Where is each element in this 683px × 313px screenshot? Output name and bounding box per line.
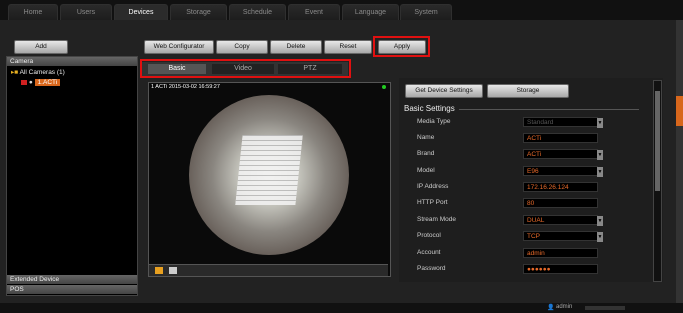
model-select[interactable]: E96 ▼: [523, 166, 603, 177]
chevron-down-icon: ▼: [597, 150, 603, 160]
video-control-bar: [149, 264, 388, 276]
name-label: Name: [417, 134, 435, 141]
get-device-settings-button[interactable]: Get Device Settings: [405, 84, 483, 98]
name-field[interactable]: ACTi: [523, 133, 598, 143]
camera-tree-panel: Camera ▸■ All Cameras (1) ● 1.ACTi Exten…: [6, 56, 138, 296]
right-edge-panel: [676, 20, 683, 303]
tab-event[interactable]: Event: [288, 4, 340, 21]
subtab-highlight-box: [140, 59, 351, 78]
settings-scrollbar[interactable]: [653, 80, 662, 282]
tree-node-all-cameras[interactable]: ▸■ All Cameras (1): [11, 68, 65, 76]
tab-home[interactable]: Home: [8, 4, 58, 21]
account-label: Account: [417, 249, 441, 256]
brand-label: Brand: [417, 150, 435, 157]
tab-users[interactable]: Users: [60, 4, 112, 21]
tab-language[interactable]: Language: [342, 4, 399, 21]
fisheye-image: [189, 95, 349, 255]
top-nav-bar: Home Users Devices Storage Schedule Even…: [0, 0, 683, 21]
camera-icon: ●: [28, 79, 33, 86]
tab-system[interactable]: System: [400, 4, 452, 21]
brand-select[interactable]: ACTi ▼: [523, 149, 603, 160]
chevron-down-icon: ▼: [597, 118, 603, 128]
tab-schedule[interactable]: Schedule: [229, 4, 286, 21]
stream-mode-select[interactable]: DUAL ▼: [523, 215, 603, 226]
pos-header[interactable]: POS: [7, 285, 137, 294]
http-port-field[interactable]: 80: [523, 198, 598, 208]
protocol-select[interactable]: TCP ▼: [523, 231, 603, 242]
password-field[interactable]: ●●●●●●: [523, 264, 598, 274]
scrollbar-thumb[interactable]: [655, 91, 660, 191]
user-icon: 👤: [547, 305, 555, 311]
media-type-label: Media Type: [417, 118, 451, 125]
basic-settings-title: Basic Settings: [404, 104, 455, 113]
right-edge-tab[interactable]: [676, 96, 683, 126]
video-status-icon: [382, 85, 386, 89]
status-bar: 👤 admin: [0, 303, 683, 313]
storage-button[interactable]: Storage: [487, 84, 569, 98]
extended-device-header[interactable]: Extended Device: [7, 275, 137, 284]
delete-button[interactable]: Delete: [270, 40, 322, 54]
stream-mode-label: Stream Mode: [417, 216, 457, 223]
folder-icon: ▸■: [11, 69, 19, 76]
camera-panel-title: Camera: [7, 57, 137, 66]
media-type-select[interactable]: Standard ▼: [523, 117, 603, 128]
http-port-label: HTTP Port: [417, 199, 448, 206]
account-field[interactable]: admin: [523, 248, 598, 258]
reset-button[interactable]: Reset: [324, 40, 372, 54]
ip-address-field[interactable]: 172.16.26.124: [523, 182, 598, 192]
video-preview[interactable]: 1 ACTi 2015-03-02 16:59:27: [148, 82, 391, 277]
web-configurator-button[interactable]: Web Configurator: [144, 40, 214, 54]
status-indicators: [585, 306, 625, 310]
video-overlay-text: 1 ACTi 2015-03-02 16:59:27: [151, 84, 220, 90]
chevron-down-icon: ▼: [597, 232, 603, 242]
password-label: Password: [417, 265, 446, 272]
add-button[interactable]: Add: [14, 40, 68, 54]
current-user: admin: [556, 304, 573, 310]
ip-address-label: IP Address: [417, 183, 449, 190]
tree-node-camera-1[interactable]: ● 1.ACTi: [21, 79, 61, 86]
tab-devices[interactable]: Devices: [114, 4, 168, 21]
fisheye-room-detail: [235, 135, 303, 205]
chevron-down-icon: ▼: [597, 216, 603, 226]
settings-panel: Get Device Settings Storage Basic Settin…: [399, 78, 663, 282]
record-icon[interactable]: [155, 267, 163, 274]
tab-storage[interactable]: Storage: [170, 4, 227, 21]
copy-button[interactable]: Copy: [216, 40, 268, 54]
model-label: Model: [417, 167, 435, 174]
protocol-label: Protocol: [417, 232, 441, 239]
section-divider: [459, 109, 639, 110]
snapshot-icon[interactable]: [169, 267, 177, 274]
apply-highlight-box: [373, 36, 430, 57]
chevron-down-icon: ▼: [597, 167, 603, 177]
camera-status-icon: [21, 79, 27, 85]
